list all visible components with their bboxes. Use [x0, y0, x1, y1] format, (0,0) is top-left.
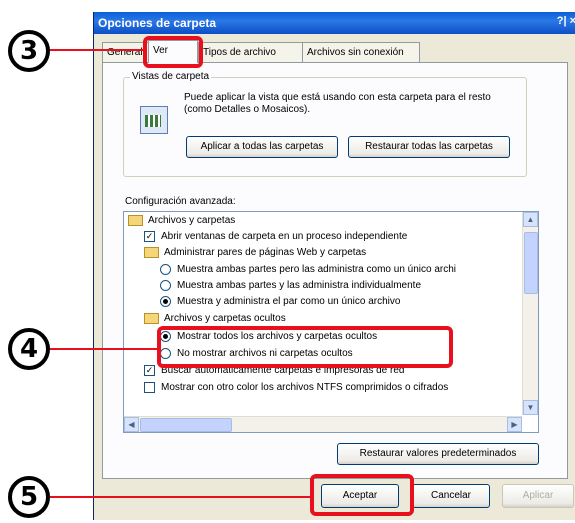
vistas-de-carpeta-group: Vistas de carpeta Puede aplicar la vista… — [123, 71, 527, 177]
folder-icon — [144, 246, 159, 258]
list-item[interactable]: ✓ Abrir ventanas de carpeta en un proceso… — [144, 229, 407, 245]
tab-archivos-sin-conexion[interactable]: Archivos sin conexión — [302, 42, 420, 63]
list-item[interactable]: Muestra ambas partes pero las administra… — [160, 262, 456, 278]
callout-3: 3 — [8, 30, 50, 72]
advanced-settings-label: Configuración avanzada: — [125, 196, 236, 207]
scrollbar-thumb[interactable] — [524, 232, 538, 294]
radio-button[interactable] — [160, 263, 171, 275]
callout-4: 4 — [8, 328, 50, 370]
reset-all-folders-button[interactable]: Restaurar todas las carpetas — [348, 136, 510, 158]
h-scrollbar-thumb[interactable] — [140, 418, 232, 432]
cancel-button[interactable]: Cancelar — [412, 484, 490, 508]
vertical-scrollbar[interactable]: ▲ ▼ — [522, 212, 538, 415]
tab-ver[interactable]: Ver — [148, 40, 198, 63]
list-item[interactable]: Archivos y carpetas ocultos — [144, 311, 286, 327]
folder-icon — [144, 312, 159, 324]
folder-icon — [128, 214, 143, 226]
horizontal-scrollbar[interactable]: ◀ ▶ — [124, 416, 522, 432]
radio-button[interactable] — [160, 279, 171, 291]
tab-tipos-de-archivo[interactable]: Tipos de archivo — [198, 42, 304, 63]
radio-button[interactable] — [160, 295, 171, 307]
advanced-settings-list[interactable]: Archivos y carpetas ✓ Abrir ventanas de c… — [123, 211, 539, 433]
scroll-right-icon[interactable]: ▶ — [507, 417, 522, 432]
folder-view-icon — [140, 106, 168, 134]
highlight-hidden-files — [157, 326, 453, 368]
list-item[interactable]: Archivos y carpetas — [128, 213, 235, 229]
apply-button: Aplicar — [502, 484, 574, 508]
vistas-legend: Vistas de carpeta — [130, 71, 212, 82]
scroll-down-icon[interactable]: ▼ — [523, 400, 538, 415]
restore-defaults-button[interactable]: Restaurar valores predeterminados — [337, 443, 539, 465]
scroll-up-icon[interactable]: ▲ — [523, 212, 538, 227]
pointer-line-4 — [42, 348, 157, 350]
checkbox[interactable]: ✓ — [144, 364, 155, 376]
view-tab-panel: Vistas de carpeta Puede aplicar la vista… — [102, 62, 568, 479]
callout-5: 5 — [8, 476, 50, 518]
list-item[interactable]: Muestra y administra el par como un únic… — [160, 294, 400, 310]
highlight-ok-button — [310, 474, 414, 516]
folder-options-dialog: Opciones de carpeta ?| × General Ver Tip… — [93, 12, 575, 520]
list-item[interactable]: Administrar pares de páginas Web y carpe… — [144, 245, 366, 261]
apply-to-all-folders-button[interactable]: Aplicar a todas las carpetas — [186, 136, 338, 158]
list-item[interactable]: Muestra ambas partes y las administra in… — [160, 278, 421, 294]
pointer-line-5 — [42, 496, 310, 498]
title-bar[interactable]: Opciones de carpeta ?| × — [94, 12, 575, 34]
checkbox[interactable] — [144, 381, 155, 393]
scroll-left-icon[interactable]: ◀ — [124, 417, 139, 432]
window-title: Opciones de carpeta — [98, 16, 217, 30]
vistas-description: Puede aplicar la vista que está usando c… — [184, 92, 491, 115]
list-item[interactable]: Mostrar con otro color los archivos NTFS… — [144, 380, 448, 396]
title-bar-buttons[interactable]: ?| × — [557, 15, 575, 27]
pointer-line-3 — [42, 49, 143, 51]
checkbox[interactable]: ✓ — [144, 230, 155, 242]
